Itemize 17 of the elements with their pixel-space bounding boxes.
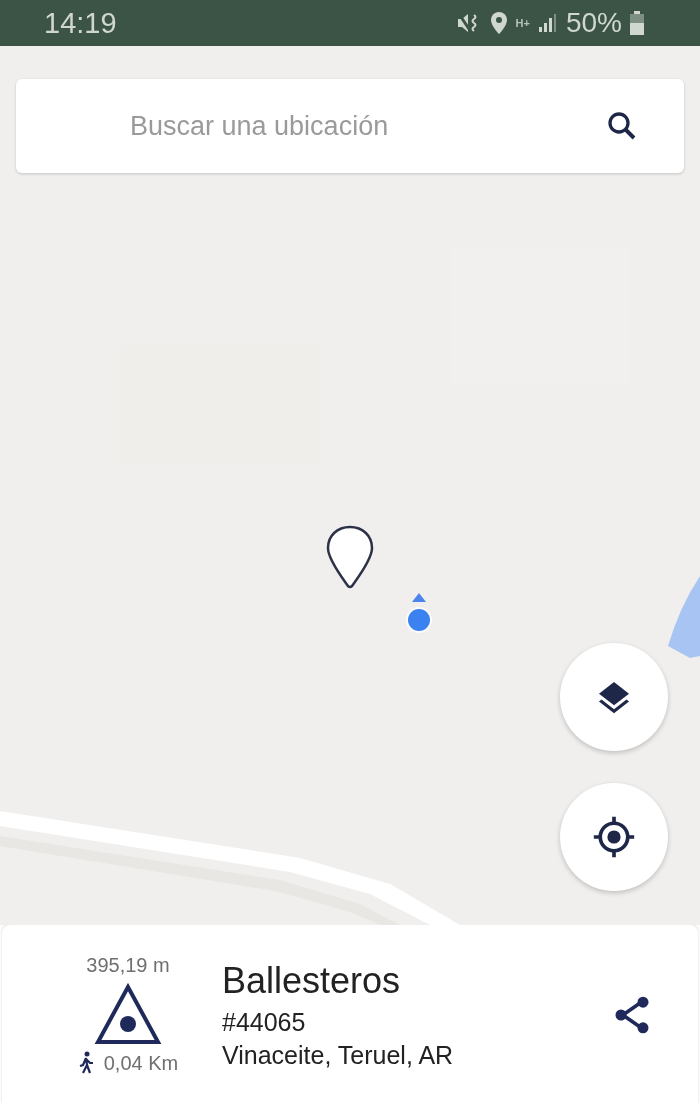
place-name: Ballesteros	[222, 959, 402, 1002]
battery-level: 50%	[565, 7, 622, 39]
clock-time: 14:19	[44, 6, 117, 40]
current-location-icon	[404, 591, 434, 635]
place-location: Vinaceite, Teruel, AR	[222, 1040, 455, 1070]
crosshair-icon	[592, 815, 636, 859]
location-pin-icon	[489, 11, 508, 35]
search-bar[interactable]: Buscar una ubicación	[16, 79, 684, 173]
distance-label: 395,19 m	[86, 954, 170, 977]
walking-person-icon	[77, 1051, 94, 1075]
signal-icon	[537, 13, 558, 33]
search-field[interactable]: Buscar una ubicación	[128, 109, 604, 143]
place-id: #44065	[222, 1007, 307, 1037]
battery-icon	[630, 11, 644, 35]
walking-distance: 0,04 Km	[103, 1051, 179, 1075]
map-marker-icon[interactable]	[326, 525, 374, 589]
network-type: H+	[515, 17, 530, 29]
